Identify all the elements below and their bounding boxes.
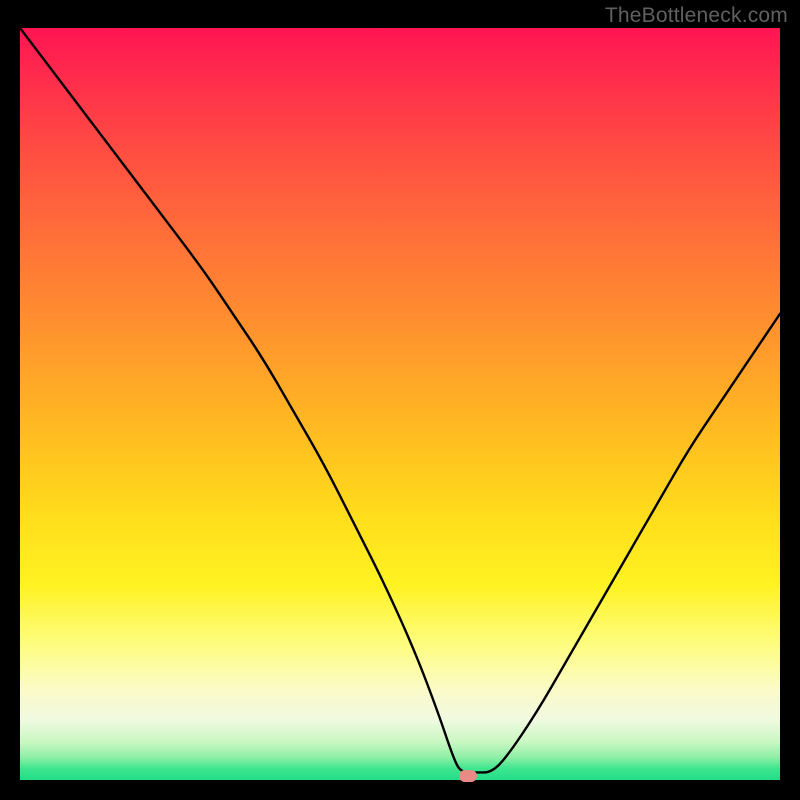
plot-area bbox=[20, 28, 780, 780]
bottleneck-curve bbox=[20, 28, 780, 780]
watermark-text: TheBottleneck.com bbox=[605, 4, 788, 28]
chart-frame: TheBottleneck.com bbox=[0, 0, 800, 800]
optimal-marker bbox=[459, 770, 477, 782]
